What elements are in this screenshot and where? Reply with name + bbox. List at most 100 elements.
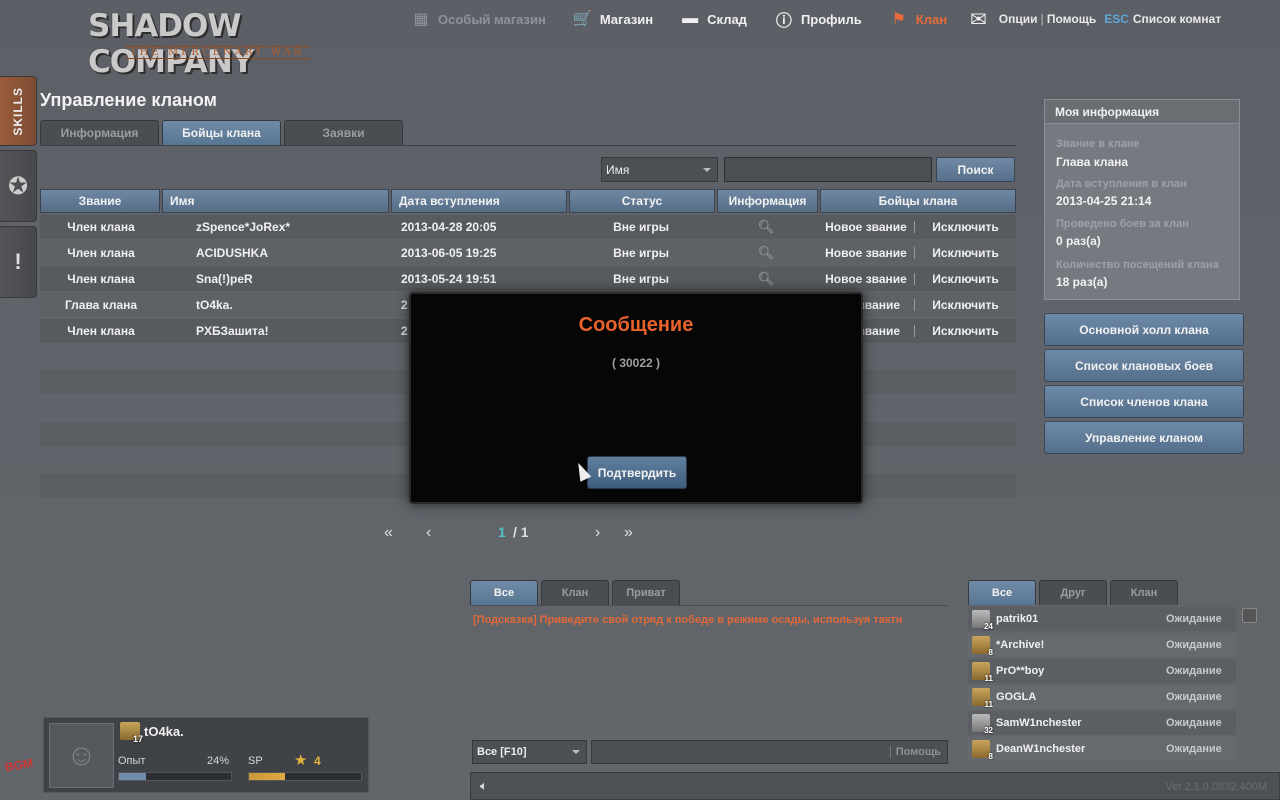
kick-link[interactable]: Исключить [914,324,1016,338]
magnifier-icon[interactable]: 🔍︎ [714,241,818,265]
rank-icon: 8 [972,740,993,761]
top-navigation: ▦ Особый магазин 🛒 Магазин ▬ Склад ⓘ Про… [410,8,973,30]
col-join-date[interactable]: Дата вступления [391,189,567,213]
nav-shop[interactable]: 🛒 Магазин [572,9,653,29]
col-clan-actions[interactable]: Бойцы клана [820,189,1016,213]
table-row[interactable]: Член клана ACIDUSHKA 2013-06-05 19:25 Вн… [40,241,1016,265]
battles-label: Проведено боев за клан [1056,218,1189,230]
tab-requests[interactable]: Заявки [284,120,403,145]
kick-link[interactable]: Исключить [914,298,1016,312]
friend-status: Ожидание [1166,613,1222,625]
next-page-button[interactable]: › [595,524,600,542]
rank-side-tab[interactable]: ✪ [0,150,37,222]
col-info[interactable]: Информация [717,189,818,213]
nav-profile[interactable]: ⓘ Профиль [773,7,862,31]
cell-status: Вне игры [613,220,669,234]
prev-page-button[interactable]: ‹ [426,524,431,542]
help-link[interactable]: Помощь [1047,12,1096,26]
col-rank[interactable]: Звание [40,189,160,213]
last-page-button[interactable]: » [624,524,633,542]
chat-tab-private[interactable]: Приват [612,580,680,605]
list-item[interactable]: 8 DeanW1nchester Ожидание [968,737,1236,761]
kick-link[interactable]: Исключить [914,220,1016,234]
chat-tabs: Все Клан Приват [470,580,683,605]
list-item[interactable]: 11 PrO**boy Ожидание [968,659,1236,683]
table-row[interactable]: Член клана zSpence*JoRex* 2013-04-28 20:… [40,215,1016,239]
friend-name: *Archive! [996,639,1045,651]
top-right-menu: ✉ Опции | Помощь ESC Список комнат [970,7,1221,32]
col-status[interactable]: Статус [569,189,715,213]
chat-channel-select[interactable]: Все [F10] [472,740,587,764]
my-info-title: Моя информация [1045,100,1239,124]
nav-special-shop[interactable]: ▦ Особый магазин [410,9,545,29]
cell-status: Вне игры [613,246,669,260]
clan-members-button[interactable]: Список членов клана [1044,385,1244,418]
exclamation-icon: ! [14,249,22,274]
tab-information[interactable]: Информация [40,120,159,145]
rank-level: 11 [984,674,993,683]
rank-icon: 11 [972,662,993,683]
search-input[interactable] [724,157,932,182]
list-item[interactable]: 32 SamW1nchester Ожидание [968,711,1236,735]
list-item[interactable]: 11 GOGLA Ожидание [968,685,1236,709]
speaker-icon[interactable]: 🔈︎ [480,778,488,794]
new-rank-link[interactable]: Новое звание [818,267,914,291]
cell-status: Вне игры [613,272,669,286]
nav-storage[interactable]: ▬ Склад [679,10,747,28]
friends-tab-all[interactable]: Все [968,580,1036,605]
visits-label: Количество посещений клана [1056,259,1219,271]
clan-battles-button[interactable]: Список клановых боев [1044,349,1244,382]
player-name: tO4ka. [144,724,184,739]
rank-icon: 24 [972,610,993,631]
kick-link[interactable]: Исключить [914,272,1016,286]
mail-icon[interactable]: ✉ [970,7,987,32]
friends-filter-checkbox[interactable] [1242,608,1257,623]
clan-hall-button[interactable]: Основной холл клана [1044,313,1244,346]
first-page-button[interactable]: « [384,524,393,542]
rank-level: 11 [984,700,993,709]
chat-tab-all[interactable]: Все [470,580,538,605]
list-item[interactable]: 8 *Archive! Ожидание [968,633,1236,657]
options-link[interactable]: Опции [999,12,1038,26]
search-field-select[interactable]: Имя [601,157,718,182]
rank-level: 32 [984,726,993,735]
chat-help-button[interactable]: Помощь [889,746,941,758]
cell-name: Sna(!)peR [196,272,253,286]
clan-management-button[interactable]: Управление кланом [1044,421,1244,454]
friend-name: PrO**boy [996,665,1045,677]
clan-rank-label: Звание в клане [1056,138,1140,150]
new-rank-link[interactable]: Новое звание [818,241,914,265]
exp-percent: 24% [207,755,230,767]
player-card: ☺ 17 tO4ka. Опыт 24% SP ★ 4 [43,717,369,793]
tab-clan-members[interactable]: Бойцы клана [162,120,281,145]
friends-tab-clan[interactable]: Клан [1110,580,1178,605]
bottom-bar: 🔈︎ Ver.2.1.0.0832.400M [470,772,1280,800]
clan-tabs: Информация Бойцы клана Заявки [40,120,406,145]
chat-tab-clan[interactable]: Клан [541,580,609,605]
kick-link[interactable]: Исключить [914,246,1016,260]
rank-level: 24 [984,622,993,631]
gun-icon: ▬ [682,10,699,27]
list-item[interactable]: 24 patrik01 Ожидание [968,607,1236,631]
friends-tab-friend[interactable]: Друг [1039,580,1107,605]
info-icon: ⓘ [775,13,792,30]
col-name[interactable]: Имя [162,189,389,213]
magnifier-icon[interactable]: 🔍︎ [714,267,818,291]
friend-status: Ожидание [1166,743,1222,755]
room-list-link[interactable]: Список комнат [1133,12,1221,26]
avatar[interactable]: ☺ [49,723,114,788]
notice-side-tab[interactable]: ! [0,226,37,298]
table-row[interactable]: Член клана Sna(!)peR 2013-05-24 19:51 Вн… [40,267,1016,291]
new-rank-link[interactable]: Новое звание [818,215,914,239]
nav-label: Клан [915,11,948,27]
confirm-button[interactable]: Подтвердить [587,456,687,489]
cell-rank: Член клана [67,246,135,260]
table-header: Звание Имя Дата вступления Статус Информ… [40,189,1018,213]
rank-icon: 11 [972,688,993,709]
dialog-text: ( 30022 ) [611,356,661,370]
chat-input[interactable]: Помощь [591,740,948,764]
search-button[interactable]: Поиск [936,157,1015,182]
nav-clan[interactable]: ⚑ Клан [888,9,947,29]
skills-side-tab[interactable]: SKILLS [0,76,37,146]
magnifier-icon[interactable]: 🔍︎ [714,215,818,239]
